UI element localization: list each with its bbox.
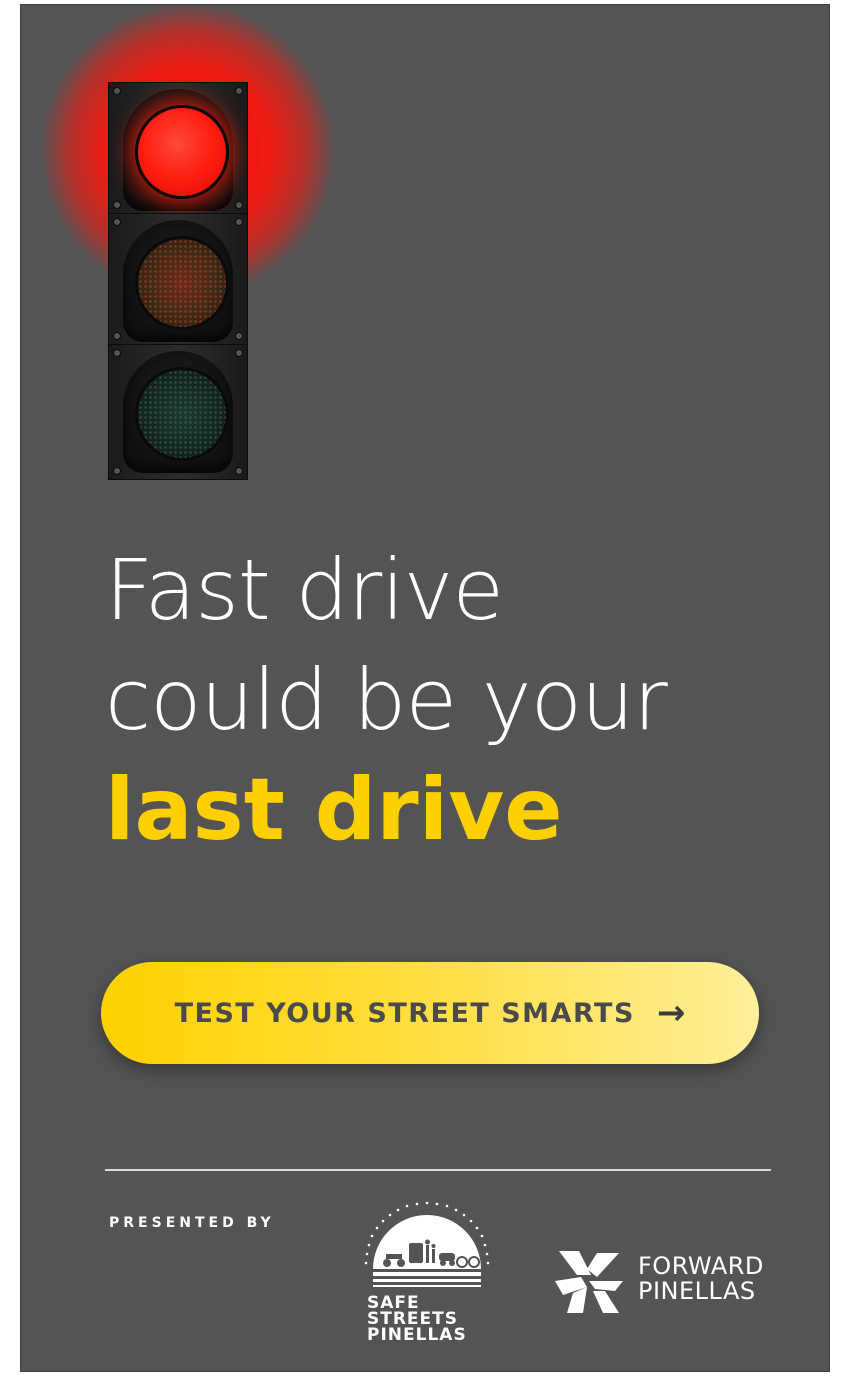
- green-lamp: [135, 367, 229, 461]
- fp-line-1: FORWARD: [638, 1252, 764, 1280]
- signal-unit-red: [108, 82, 248, 214]
- arrow-right-icon: →: [656, 993, 686, 1033]
- ad-banner: Fast drive could be your last drive TEST…: [20, 4, 830, 1372]
- forward-pinellas-wordmark: FORWARD PINELLAS: [638, 1254, 764, 1304]
- cta-label: TEST YOUR STREET SMARTS: [174, 997, 635, 1029]
- traffic-light-icon: [108, 82, 248, 480]
- headline-line-2: could be your: [105, 651, 668, 749]
- headline: Fast drive could be your last drive: [105, 535, 805, 865]
- yellow-lamp: [135, 236, 229, 330]
- signal-unit-green: [108, 344, 248, 480]
- red-lamp: [135, 105, 229, 199]
- signal-unit-yellow: [108, 213, 248, 345]
- headline-accent: last drive: [105, 760, 563, 860]
- footer-divider: [105, 1169, 771, 1171]
- forward-pinellas-logo[interactable]: [553, 1247, 625, 1317]
- test-street-smarts-button[interactable]: TEST YOUR STREET SMARTS →: [101, 962, 759, 1064]
- fp-line-2: PINELLAS: [638, 1277, 756, 1305]
- ssp-line-3: PINELLAS: [367, 1325, 467, 1345]
- safe-streets-pinellas-wordmark: SAFE STREETS PINELLAS: [367, 1295, 467, 1345]
- headline-line-1: Fast drive: [105, 541, 504, 639]
- presented-by-label: PRESENTED BY: [109, 1215, 275, 1231]
